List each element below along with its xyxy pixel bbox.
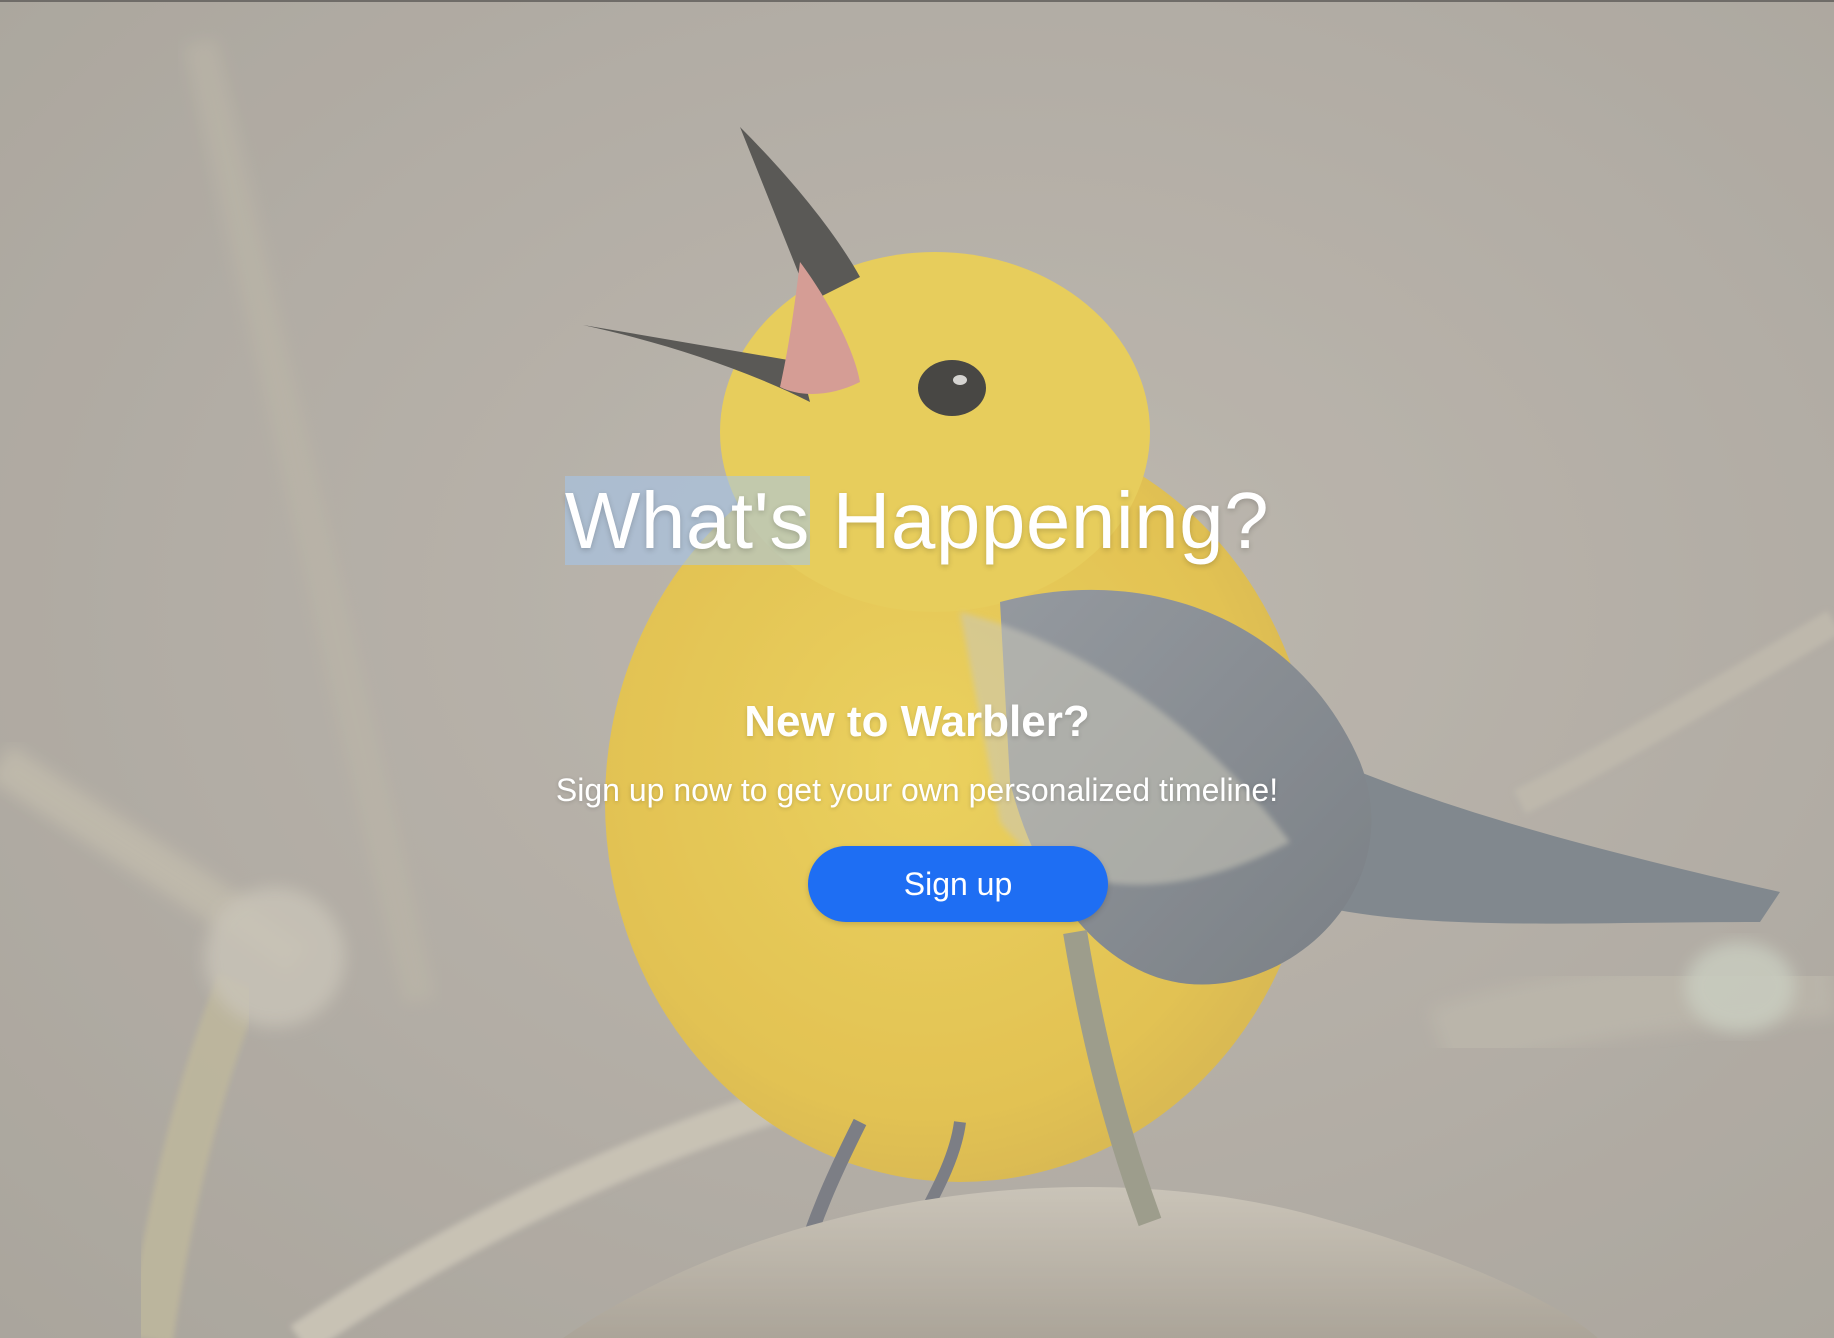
headline-text: Happening? — [809, 476, 1270, 565]
hero-section: What's Happening? New to Warbler? Sign u… — [0, 0, 1834, 1338]
signup-button[interactable]: Sign up — [808, 846, 1108, 922]
headline-selected-text: What's — [564, 476, 810, 565]
hero-overlay — [0, 2, 1834, 1338]
page-headline: What's Happening? — [0, 474, 1834, 568]
signup-heading: New to Warbler? — [744, 697, 1090, 746]
signup-tagline: Sign up now to get your own personalized… — [555, 772, 1279, 808]
